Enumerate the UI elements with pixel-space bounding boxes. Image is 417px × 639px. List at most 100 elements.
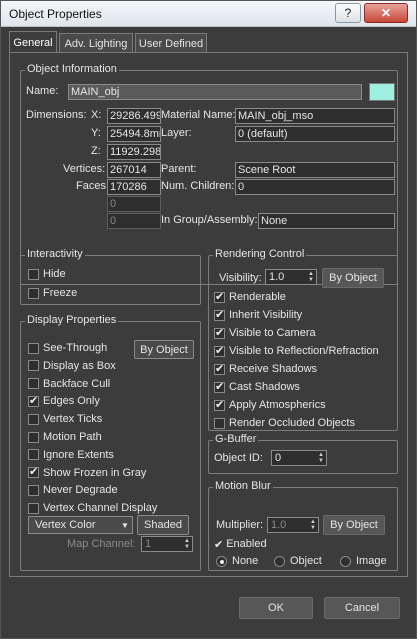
ok-button[interactable]: OK <box>239 597 313 619</box>
radio-image[interactable]: Image <box>340 555 387 567</box>
hide-checkbox[interactable]: Hide <box>28 266 66 282</box>
freeze-checkbox[interactable]: Freeze <box>28 285 77 301</box>
interactivity-title: Interactivity <box>25 248 85 260</box>
vertex-channel-display-label: Vertex Channel Display <box>43 502 158 515</box>
vertex-ticks-checkbox-box[interactable] <box>28 413 39 425</box>
visible-to-reflection-refraction-checkbox-box[interactable] <box>214 344 225 357</box>
motion-blur-group: Motion Blur Multiplier: 1.0 ▲ ▼ By Object… <box>208 480 398 571</box>
motion-blur-by-object-button[interactable]: By Object <box>323 515 385 535</box>
faces-label: Faces: <box>76 180 110 192</box>
display-by-object-button[interactable]: By Object <box>134 340 194 359</box>
display-properties-group: Display Properties By Object See-Through… <box>20 314 201 571</box>
dimension-z-value: 11929.298 <box>107 144 161 160</box>
hide-checkbox-box[interactable] <box>28 268 39 280</box>
vertex-color-dropdown[interactable]: Vertex Color ▼ <box>28 516 133 534</box>
radio-none[interactable]: None <box>216 555 258 567</box>
spinner-arrows-icon[interactable]: ▲ ▼ <box>308 518 318 532</box>
motion-path-label: Motion Path <box>43 431 102 443</box>
g-buffer-title: G-Buffer <box>213 433 259 445</box>
rendering-by-object-button[interactable]: By Object <box>322 268 384 288</box>
close-button[interactable]: ✕ <box>364 3 408 23</box>
blank-count-2: 0 <box>107 213 161 229</box>
renderable-checkbox[interactable]: Renderable <box>214 289 286 305</box>
hide-label: Hide <box>43 268 66 280</box>
shaded-button[interactable]: Shaded <box>137 515 189 535</box>
backface-cull-checkbox-box[interactable] <box>28 378 39 390</box>
object-information-title: Object Information <box>25 63 119 75</box>
multiplier-spinner[interactable]: 1.0 ▲ ▼ <box>267 517 319 533</box>
material-name-value: MAIN_obj_mso <box>235 108 395 124</box>
tab-general[interactable]: General <box>9 31 57 53</box>
apply-atmospherics-checkbox[interactable]: Apply Atmospherics <box>214 397 326 413</box>
layer-value: 0 (default) <box>235 126 395 142</box>
visible-to-reflection-refraction-checkbox[interactable]: Visible to Reflection/Refraction <box>214 343 379 359</box>
interactivity-group: Interactivity Hide Freeze <box>20 248 201 305</box>
receive-shadows-checkbox[interactable]: Receive Shadows <box>214 361 317 377</box>
motion-blur-title: Motion Blur <box>213 480 273 492</box>
ignore-extents-checkbox-box[interactable] <box>28 449 39 461</box>
renderable-checkbox-box[interactable] <box>214 290 225 303</box>
spinner-arrows-icon[interactable]: ▲ ▼ <box>306 270 316 284</box>
cast-shadows-checkbox-box[interactable] <box>214 380 225 393</box>
vertex-channel-display-checkbox-box[interactable] <box>28 502 39 514</box>
object-id-spinner[interactable]: 0 ▲ ▼ <box>271 450 327 466</box>
map-channel-spinner[interactable]: 1 ▲ ▼ <box>141 536 193 552</box>
edges-only-checkbox-box[interactable] <box>28 394 39 407</box>
motion-path-checkbox[interactable]: Motion Path <box>28 429 102 445</box>
name-input[interactable]: MAIN_obj <box>68 84 362 100</box>
inherit-visibility-checkbox[interactable]: Inherit Visibility <box>214 307 302 323</box>
checkmark-icon: ✔ <box>214 538 224 551</box>
spinner-arrows-icon[interactable]: ▲ ▼ <box>182 537 192 551</box>
rendering-control-group: Rendering Control Visibility: 1.0 ▲ ▼ By … <box>208 248 398 431</box>
motion-path-checkbox-box[interactable] <box>28 431 39 443</box>
help-button[interactable]: ? <box>335 3 361 23</box>
inherit-visibility-checkbox-box[interactable] <box>214 308 225 321</box>
freeze-label: Freeze <box>43 287 78 299</box>
vertex-ticks-checkbox[interactable]: Vertex Ticks <box>28 411 102 427</box>
tab-user-defined[interactable]: User Defined <box>135 33 207 53</box>
show-frozen-in-gray-label: Show Frozen in Gray <box>43 466 147 479</box>
map-channel-value: 1 <box>145 538 152 550</box>
receive-shadows-label: Receive Shadows <box>229 363 318 375</box>
visible-to-camera-checkbox[interactable]: Visible to Camera <box>214 325 316 341</box>
g-buffer-group: G-Buffer Object ID: 0 ▲ ▼ <box>208 433 398 474</box>
radio-none-label: None <box>232 555 259 567</box>
visibility-value: 1.0 <box>269 271 285 283</box>
visibility-spinner[interactable]: 1.0 ▲ ▼ <box>265 269 317 285</box>
backface-cull-checkbox[interactable]: Backface Cull <box>28 376 110 392</box>
title-bar: Object Properties ? ✕ <box>1 1 416 27</box>
display-as-box-label: Display as Box <box>43 359 116 372</box>
material-name-label: Material Name: <box>161 109 236 121</box>
spinner-arrows-icon[interactable]: ▲ ▼ <box>316 451 326 465</box>
vertex-channel-display-checkbox[interactable]: Vertex Channel Display <box>28 500 157 516</box>
edges-only-checkbox[interactable]: Edges Only <box>28 393 100 409</box>
faces-value: 170286 <box>107 179 161 195</box>
radio-image-dot[interactable] <box>340 555 351 567</box>
render-occluded-objects-checkbox-box[interactable] <box>214 417 225 429</box>
never-degrade-checkbox-box[interactable] <box>28 484 39 496</box>
radio-object-dot[interactable] <box>274 555 285 567</box>
radio-none-dot[interactable] <box>216 555 227 567</box>
visible-to-camera-label: Visible to Camera <box>229 327 316 339</box>
radio-object[interactable]: Object <box>274 555 322 567</box>
vertex-ticks-label: Vertex Ticks <box>43 413 103 426</box>
tab-adv-lighting[interactable]: Adv. Lighting <box>59 33 133 53</box>
enabled-checkbox[interactable]: ✔ Enabled <box>214 536 267 552</box>
cancel-button[interactable]: Cancel <box>324 597 400 619</box>
show-frozen-in-gray-checkbox-box[interactable] <box>28 465 39 479</box>
inherit-visibility-label: Inherit Visibility <box>229 309 303 321</box>
display-as-box-checkbox[interactable]: Display as Box <box>28 358 116 374</box>
ignore-extents-checkbox[interactable]: Ignore Extents <box>28 447 114 463</box>
receive-shadows-checkbox-box[interactable] <box>214 362 225 375</box>
freeze-checkbox-box[interactable] <box>28 287 39 299</box>
object-color-swatch[interactable] <box>369 83 395 101</box>
show-frozen-in-gray-checkbox[interactable]: Show Frozen in Gray <box>28 465 146 481</box>
see-through-checkbox[interactable]: See-Through <box>28 340 107 356</box>
cast-shadows-checkbox[interactable]: Cast Shadows <box>214 379 300 395</box>
never-degrade-checkbox[interactable]: Never Degrade <box>28 482 118 498</box>
see-through-checkbox-box[interactable] <box>28 342 39 354</box>
visible-to-camera-checkbox-box[interactable] <box>214 326 225 339</box>
apply-atmospherics-checkbox-box[interactable] <box>214 398 225 411</box>
display-as-box-checkbox-box[interactable] <box>28 360 39 372</box>
render-occluded-objects-checkbox[interactable]: Render Occluded Objects <box>214 415 355 431</box>
